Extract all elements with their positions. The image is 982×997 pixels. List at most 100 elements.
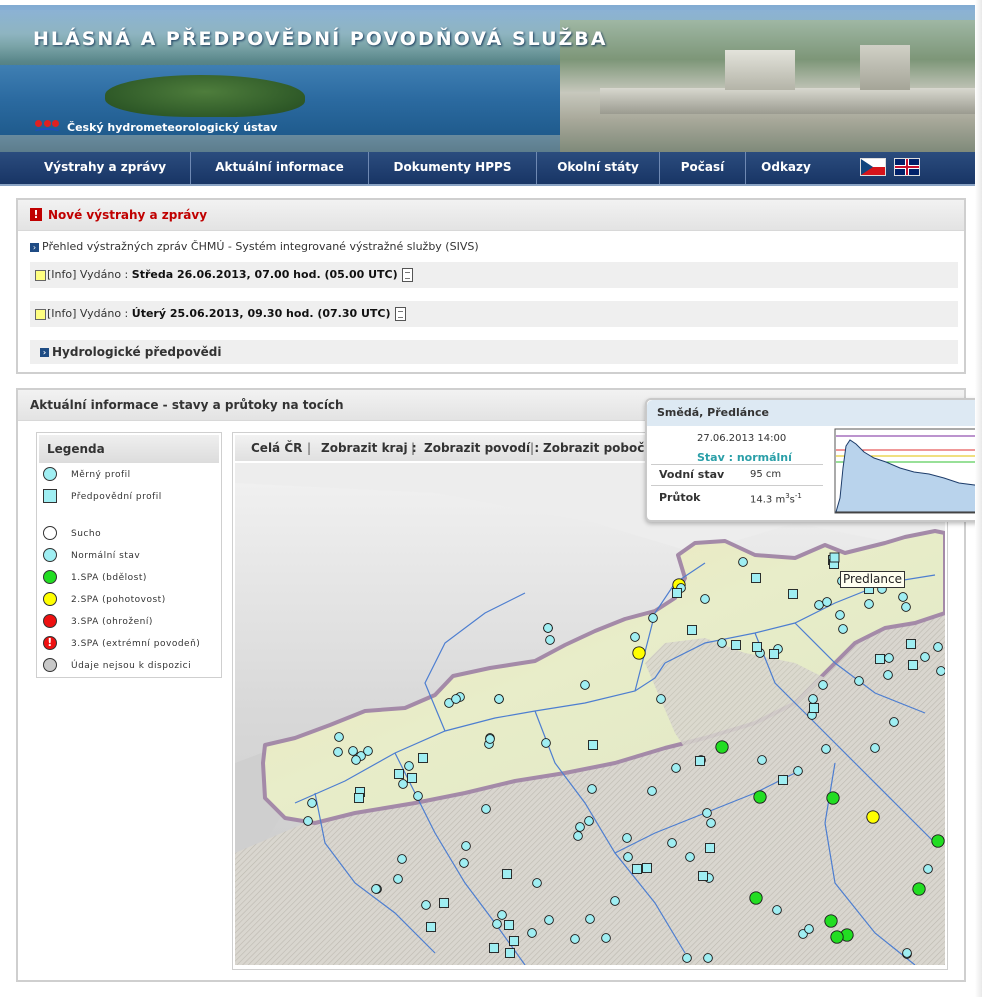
station-marker[interactable] xyxy=(671,763,681,773)
station-marker[interactable] xyxy=(923,864,933,874)
station-marker[interactable] xyxy=(883,670,893,680)
whole-country-button[interactable]: Celá ČR xyxy=(251,435,302,461)
station-marker[interactable] xyxy=(585,914,595,924)
station-marker[interactable] xyxy=(363,746,373,756)
station-marker[interactable] xyxy=(371,884,381,894)
station-marker[interactable] xyxy=(541,738,551,748)
station-marker[interactable] xyxy=(702,808,712,818)
station-marker[interactable] xyxy=(717,638,727,648)
forecast-station-marker[interactable] xyxy=(698,871,708,881)
forecast-station-marker[interactable] xyxy=(778,775,788,785)
nav-item-links[interactable]: Odkazy xyxy=(746,152,826,184)
station-marker[interactable] xyxy=(459,858,469,868)
station-marker[interactable] xyxy=(804,924,814,934)
station-marker[interactable] xyxy=(706,818,716,828)
alert-station-marker[interactable] xyxy=(749,891,763,905)
station-marker[interactable] xyxy=(451,694,461,704)
station-marker[interactable] xyxy=(822,597,832,607)
station-marker[interactable] xyxy=(870,743,880,753)
map-canvas[interactable] xyxy=(235,463,945,965)
station-marker[interactable] xyxy=(667,838,677,848)
forecast-station-marker[interactable] xyxy=(504,920,514,930)
station-marker[interactable] xyxy=(393,874,403,884)
alert-station-marker[interactable] xyxy=(632,646,646,660)
forecast-station-marker[interactable] xyxy=(906,639,916,649)
alert-station-marker[interactable] xyxy=(824,914,838,928)
station-marker[interactable] xyxy=(532,878,542,888)
station-marker[interactable] xyxy=(889,717,899,727)
forecast-station-marker[interactable] xyxy=(439,898,449,908)
station-marker[interactable] xyxy=(682,953,692,963)
station-marker[interactable] xyxy=(656,694,666,704)
alert-station-marker[interactable] xyxy=(931,834,945,848)
station-marker[interactable] xyxy=(821,744,831,754)
station-marker[interactable] xyxy=(351,755,361,765)
uk-flag-icon[interactable] xyxy=(894,158,920,176)
forecast-station-marker[interactable] xyxy=(705,843,715,853)
forecast-station-marker[interactable] xyxy=(672,588,682,598)
forecast-station-marker[interactable] xyxy=(418,753,428,763)
organization[interactable]: Český hydrometeorologický ústav xyxy=(35,120,277,134)
nav-item-neighbour-states[interactable]: Okolní státy xyxy=(537,152,660,184)
forecast-station-marker[interactable] xyxy=(426,922,436,932)
forecast-station-marker[interactable] xyxy=(354,793,364,803)
station-marker[interactable] xyxy=(413,791,423,801)
station-marker[interactable] xyxy=(818,680,828,690)
station-marker[interactable] xyxy=(397,854,407,864)
station-marker[interactable] xyxy=(492,919,502,929)
station-marker[interactable] xyxy=(793,766,803,776)
warning-item[interactable]: [Info] Vydáno : Úterý 25.06.2013, 09.30 … xyxy=(30,301,958,327)
forecast-station-marker[interactable] xyxy=(407,773,417,783)
station-marker[interactable] xyxy=(587,784,597,794)
station-marker[interactable] xyxy=(772,905,782,915)
forecast-station-marker[interactable] xyxy=(509,936,519,946)
basin-select[interactable]: Zobrazit povodí : xyxy=(424,435,539,461)
warning-item[interactable]: [Info] Vydáno : Středa 26.06.2013, 07.00… xyxy=(30,262,958,288)
station-marker[interactable] xyxy=(497,910,507,920)
station-marker[interactable] xyxy=(838,624,848,634)
station-marker[interactable] xyxy=(527,928,537,938)
station-marker[interactable] xyxy=(485,734,495,744)
station-marker[interactable] xyxy=(901,602,911,612)
station-marker[interactable] xyxy=(808,694,818,704)
station-marker[interactable] xyxy=(421,900,431,910)
forecast-station-marker[interactable] xyxy=(769,649,779,659)
alert-station-marker[interactable] xyxy=(753,790,767,804)
station-marker[interactable] xyxy=(601,933,611,943)
forecast-station-marker[interactable] xyxy=(695,756,705,766)
document-icon[interactable] xyxy=(394,307,406,321)
station-marker[interactable] xyxy=(303,816,313,826)
forecast-station-marker[interactable] xyxy=(875,654,885,664)
station-marker[interactable] xyxy=(920,652,930,662)
station-marker[interactable] xyxy=(334,732,344,742)
forecast-station-marker[interactable] xyxy=(489,943,499,953)
station-marker[interactable] xyxy=(933,642,943,652)
station-marker[interactable] xyxy=(814,600,824,610)
forecast-station-marker[interactable] xyxy=(687,625,697,635)
selected-station-marker[interactable] xyxy=(829,552,840,563)
station-marker[interactable] xyxy=(307,798,317,808)
station-marker[interactable] xyxy=(884,653,894,663)
forecast-station-marker[interactable] xyxy=(788,589,798,599)
station-marker[interactable] xyxy=(936,666,945,676)
region-select[interactable]: Zobrazit kraj : xyxy=(321,435,417,461)
station-marker[interactable] xyxy=(700,594,710,604)
sivs-link[interactable]: › Přehled výstražných zpráv ČHMÚ - Systém… xyxy=(30,240,479,253)
nav-item-documents[interactable]: Dokumenty HPPS xyxy=(369,152,537,184)
nav-item-weather[interactable]: Počasí xyxy=(660,152,746,184)
forecast-station-marker[interactable] xyxy=(588,740,598,750)
station-marker[interactable] xyxy=(544,915,554,925)
station-marker[interactable] xyxy=(398,779,408,789)
station-marker[interactable] xyxy=(648,613,658,623)
nav-item-warnings[interactable]: Výstrahy a zprávy xyxy=(20,152,191,184)
station-marker[interactable] xyxy=(610,896,620,906)
forecast-station-marker[interactable] xyxy=(908,660,918,670)
czech-flag-icon[interactable] xyxy=(860,158,886,176)
station-marker[interactable] xyxy=(898,592,908,602)
station-marker[interactable] xyxy=(348,746,358,756)
alert-station-marker[interactable] xyxy=(830,930,844,944)
station-marker[interactable] xyxy=(580,680,590,690)
alert-station-marker[interactable] xyxy=(912,882,926,896)
station-marker[interactable] xyxy=(543,623,553,633)
station-marker[interactable] xyxy=(570,934,580,944)
